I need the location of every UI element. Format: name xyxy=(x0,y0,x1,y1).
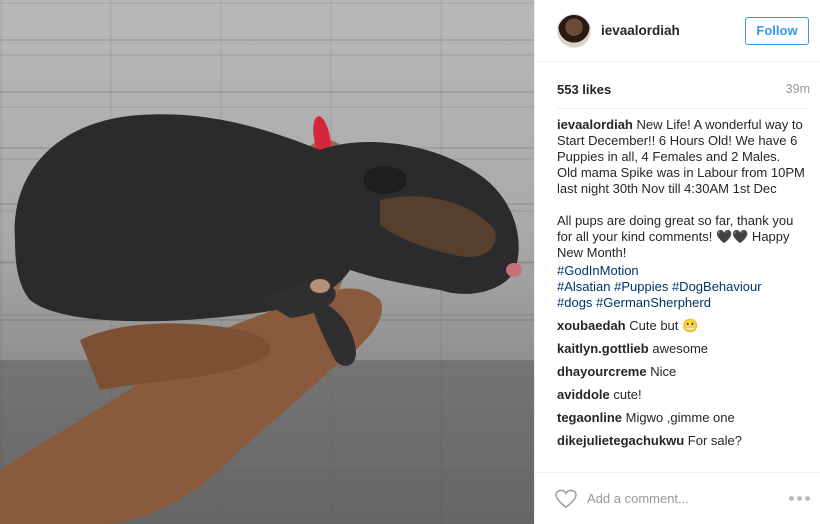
hashtag-link[interactable]: #Puppies xyxy=(614,279,668,294)
comment-text: cute! xyxy=(613,387,642,402)
follow-button[interactable]: Follow xyxy=(745,16,809,45)
hashtag-link[interactable]: #Alsatian xyxy=(557,279,610,294)
caption-username[interactable]: ievaalordiah xyxy=(557,117,633,132)
comment-item: tegaonline Migwo ,gimme one xyxy=(557,410,812,426)
comment-text: Nice xyxy=(650,364,677,379)
comment-text: awesome xyxy=(652,341,708,356)
username-link[interactable]: ievaalordiah xyxy=(601,23,680,38)
comment-username[interactable]: tegaonline xyxy=(557,410,622,425)
comment-item: xoubaedah Cute but 😬 xyxy=(557,318,812,334)
comment-text: For sale? xyxy=(687,433,742,448)
likes-count[interactable]: 553 likes xyxy=(557,82,611,97)
hashtag-link[interactable]: #dogs xyxy=(557,295,592,310)
comments-list[interactable]: ievaalordiah New Life! A wonderful way t… xyxy=(557,117,812,473)
post-meta: 553 likes 39m xyxy=(557,82,810,97)
comment-item: kaitlyn.gottlieb awesome xyxy=(557,341,812,357)
hashtag-link[interactable]: #GermanSherpherd xyxy=(596,295,711,310)
instagram-post-modal: ievaalordiah Follow 553 likes 39m ievaal… xyxy=(0,0,820,524)
caption: ievaalordiah New Life! A wonderful way t… xyxy=(557,117,812,261)
comment-item: dikejulietegachukwu For sale? xyxy=(557,433,812,449)
comment-username[interactable]: dhayourcreme xyxy=(557,364,647,379)
hashtags: #GodInMotion #Alsatian #Puppies #DogBeha… xyxy=(557,263,812,311)
post-header: ievaalordiah Follow xyxy=(535,0,820,62)
dot-icon xyxy=(805,496,810,501)
caption-text: New Life! A wonderful way to Start Decem… xyxy=(557,117,805,260)
comment-footer: Add a comment... xyxy=(535,472,820,524)
avatar[interactable] xyxy=(557,13,591,48)
heart-outline-icon[interactable] xyxy=(555,489,577,509)
puppy-in-hand-image xyxy=(0,39,534,524)
comment-username[interactable]: xoubaedah xyxy=(557,318,626,333)
comment-item: dhayourcreme Nice xyxy=(557,364,812,380)
post-sidebar: ievaalordiah Follow 553 likes 39m ievaal… xyxy=(534,0,820,524)
post-photo[interactable] xyxy=(0,0,534,524)
comment-username[interactable]: kaitlyn.gottlieb xyxy=(557,341,649,356)
hashtag-link[interactable]: #DogBehaviour xyxy=(672,279,762,294)
comment-username[interactable]: dikejulietegachukwu xyxy=(557,433,684,448)
comment-text: Cute but 😬 xyxy=(629,318,699,333)
post-time[interactable]: 39m xyxy=(786,82,810,97)
comment-text: Migwo ,gimme one xyxy=(625,410,735,425)
add-comment-input[interactable]: Add a comment... xyxy=(587,491,689,506)
comment-username[interactable]: aviddole xyxy=(557,387,610,402)
dot-icon xyxy=(789,496,794,501)
more-options-icon[interactable] xyxy=(789,496,810,501)
divider xyxy=(557,108,808,109)
dot-icon xyxy=(797,496,802,501)
hashtag-link[interactable]: #GodInMotion xyxy=(557,263,639,278)
comment-item: aviddole cute! xyxy=(557,387,812,403)
